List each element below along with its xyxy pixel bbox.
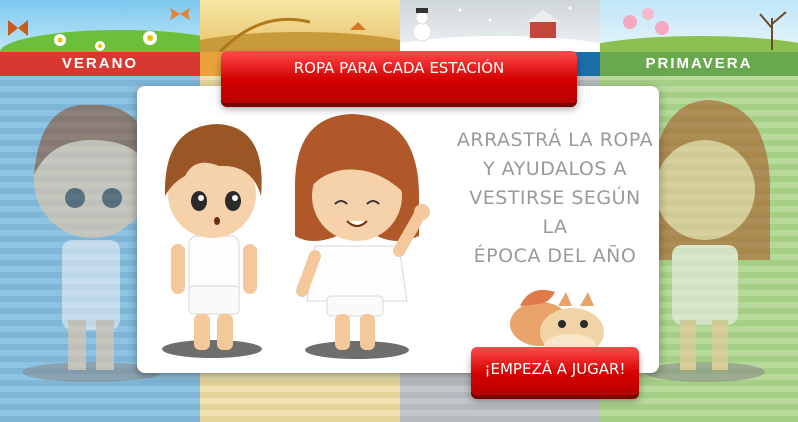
- instructions-text: ARRASTRÁ LA ROPA Y AYUDALOS A VESTIRSE S…: [456, 129, 654, 267]
- girl-character: [295, 114, 430, 359]
- boy-character: [162, 124, 262, 358]
- dialog-title: ROPA PARA CADA ESTACIÓN: [221, 51, 577, 103]
- start-game-button[interactable]: ¡EMPEZÁ A JUGAR!: [471, 347, 639, 395]
- background-girl: [645, 100, 770, 382]
